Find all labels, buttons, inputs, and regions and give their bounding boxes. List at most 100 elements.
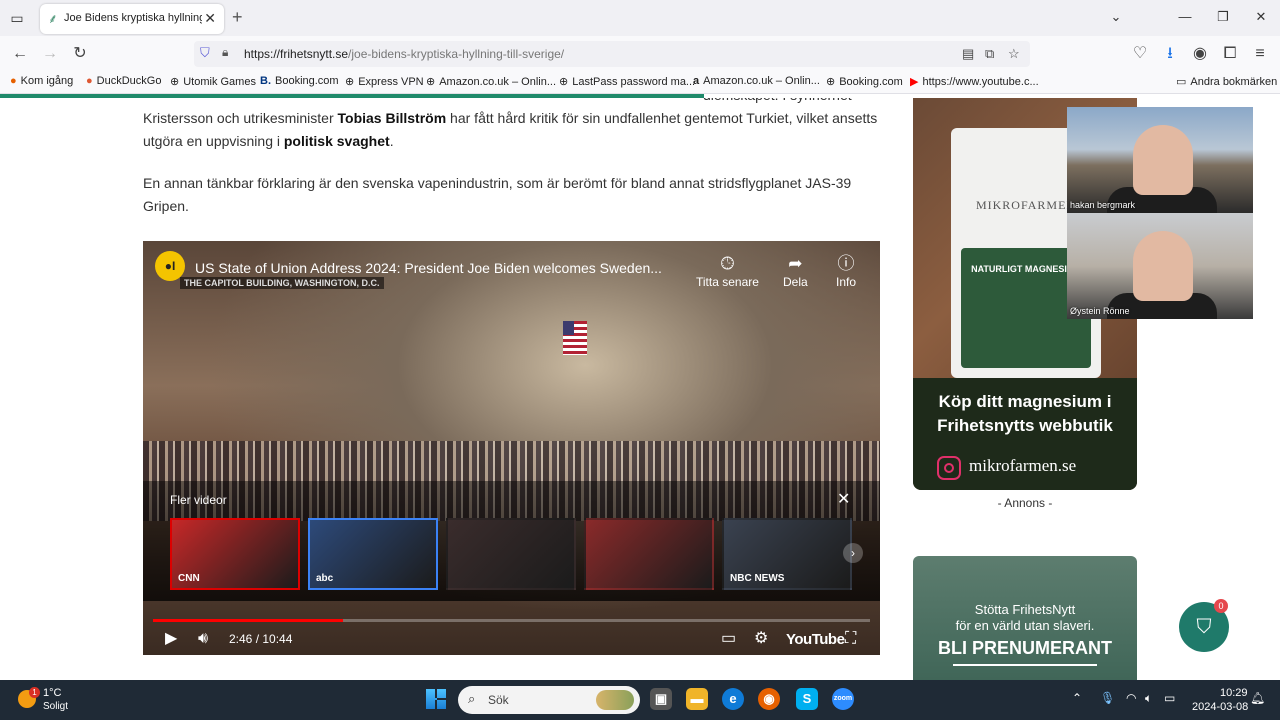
new-tab-icon[interactable]: + [232,7,243,27]
weather-description[interactable]: Soligt [43,701,68,712]
ad-label: - Annons - [997,496,1053,510]
next-videos-chevron-icon[interactable]: › [843,543,863,563]
site-favicon-icon: ⸙ [48,11,58,26]
skype-icon[interactable]: S [796,688,818,710]
thumbnail-label: abc [316,573,334,584]
microphone-icon[interactable]: 🎙︎ [1100,691,1115,705]
downloads-icon[interactable]: ⭳ [1160,44,1180,64]
ad-band: Köp ditt magnesium i Frihetsnytts webbut… [913,378,1137,490]
extensions-icon[interactable]: ⧠ [1220,44,1240,64]
bookmark-item[interactable]: ⊕ Utomik Games [170,75,256,88]
minimize-icon[interactable]: — [1175,8,1195,26]
subtitles-icon[interactable]: ▭ [721,629,736,649]
bookmark-item[interactable]: ⊕ Booking.com [826,75,903,88]
video-thumbnail[interactable]: NBC NEWS [722,518,852,590]
bookmark-item[interactable]: ⊕ LastPass password ma... [559,75,695,88]
task-view-icon[interactable]: ▣ [650,688,672,710]
amazon-icon: a [693,75,700,87]
tracking-shield-icon[interactable]: ⛉ [200,45,210,61]
close-more-videos-icon[interactable]: ✕ [837,489,850,509]
tab-overflow-chevron-icon[interactable]: ⌄ [1106,8,1126,26]
subscribe-ad[interactable]: Stötta FrihetsNytt för en värld utan sla… [913,556,1137,680]
search-highlight-image [596,690,634,710]
info-button[interactable]: ⓘ Info [836,253,856,289]
tab-bar: ▭ ⸙ Joe Bidens kryptiska hyllning till S… [0,0,1280,36]
restore-icon[interactable]: ❐ [1213,8,1233,26]
firefox-taskbar-icon[interactable]: ◉ [758,688,780,710]
wifi-icon[interactable]: ◠ [1126,691,1136,705]
url-bar[interactable]: ⛉ 🔒︎ https://frihetsnytt.se/joe-bidens-k… [194,41,1030,67]
bookmark-item[interactable]: ⊕ Amazon.co.uk – Onlin... [426,75,556,88]
clock-date[interactable]: 2024-03-08 [1192,701,1248,713]
webcam-participant-1: hakan bergmark [1067,107,1253,213]
close-tab-icon[interactable]: ✕ [204,10,216,26]
tab-list-icon[interactable]: ▭ [8,9,26,27]
youtube-player[interactable]: ●I US State of Union Address 2024: Presi… [143,241,880,655]
bookmark-item[interactable]: ⊕ Express VPN [345,75,424,88]
search-icon: ⌕ [468,691,476,706]
info-icon: ⓘ [837,254,855,273]
lock-icon[interactable]: 🔒︎ [222,45,228,60]
youtube-logo[interactable]: YouTube [786,631,845,648]
zoom-icon[interactable]: zoom [832,688,854,710]
booking-icon: B. [260,75,271,87]
menu-icon[interactable]: ≡ [1250,44,1270,64]
globe-icon: ⊕ [345,76,355,88]
video-thumbnail[interactable]: CNN [170,518,300,590]
watch-later-button[interactable]: 🕒︎ Titta senare [696,253,759,289]
reader-view-icon[interactable]: ▤ [962,46,974,62]
tray-chevron-up-icon[interactable]: ⌃ [1072,691,1082,705]
video-thumbnail[interactable] [446,518,576,590]
url-text[interactable]: https://frihetsnytt.se/joe-bidens-krypti… [244,47,564,61]
screen: ▭ ⸙ Joe Bidens kryptiska hyllning till S… [0,0,1280,720]
flag-icon [563,321,587,355]
forward-icon[interactable]: → [40,44,60,64]
share-button[interactable]: ➦ Dela [783,253,808,289]
participant-name: hakan bergmark [1070,200,1136,210]
bookmark-item[interactable]: a Amazon.co.uk – Onlin... [693,75,820,87]
edge-icon[interactable]: e [722,688,744,710]
battery-icon[interactable]: ▭ [1164,691,1175,705]
firefox-icon: ● [10,75,17,87]
divider [953,664,1097,666]
bookmark-star-icon[interactable]: ☆ [1008,46,1020,62]
volume-icon[interactable]: 🔊︎ [198,629,208,649]
fullscreen-icon[interactable]: ⛶ [845,629,856,649]
reload-icon[interactable]: ↻ [70,44,90,64]
video-thumbnail[interactable]: abc [308,518,438,590]
clock-icon: 🕒︎ [720,254,735,273]
globe-icon: ⊕ [559,76,569,88]
navigation-bar: ← → ↻ ⛉ 🔒︎ https://frihetsnytt.se/joe-bi… [0,36,1280,72]
close-window-icon[interactable]: ✕ [1251,8,1271,26]
bookmark-item[interactable]: ● Kom igång [10,75,73,87]
bookmark-item[interactable]: ▶ https://www.youtube.c... [910,75,1039,88]
notification-bell-icon[interactable]: 🔔︎ [1250,691,1265,705]
participant-face [1133,231,1193,301]
play-icon[interactable]: ▶ [165,629,177,649]
video-thumbnail[interactable] [584,518,714,590]
video-title[interactable]: US State of Union Address 2024: Presiden… [195,260,690,276]
bookmark-item[interactable]: ● DuckDuckGo [86,75,161,87]
seek-bar-progress [153,619,343,622]
article-paragraph: diemskapet. I synnerhet Kristersson och … [143,98,878,149]
more-videos-title: Fler videor [170,493,227,507]
back-icon[interactable]: ← [10,44,30,64]
file-explorer-icon[interactable]: ▬ [686,688,708,710]
pocket-icon[interactable]: ♡ [1130,44,1150,64]
thumbnail-label: CNN [178,573,200,584]
taskbar-search[interactable]: ⌕ Sök [458,686,640,714]
account-icon[interactable]: ◉ [1190,44,1210,64]
other-bookmarks[interactable]: ▭ Andra bokmärken [1176,75,1277,88]
picture-in-picture-icon[interactable]: ⧉ [985,46,994,62]
youtube-icon: ▶ [910,76,919,88]
settings-gear-icon[interactable]: ⚙ [754,629,768,649]
globe-icon: ⊕ [826,76,836,88]
weather-temperature[interactable]: 1°C [43,687,61,699]
seek-bar[interactable] [153,619,870,622]
speaker-icon[interactable]: 🔈︎ [1145,691,1152,706]
ad-headline: Köp ditt magnesium i Frihetsnytts webbut… [937,392,1113,435]
bookmark-item[interactable]: B. Booking.com [260,75,339,87]
active-tab[interactable]: ⸙ Joe Bidens kryptiska hyllning till Sve… [40,4,224,34]
windows-start-icon[interactable] [426,689,446,709]
clock-time[interactable]: 10:29 [1220,687,1248,699]
